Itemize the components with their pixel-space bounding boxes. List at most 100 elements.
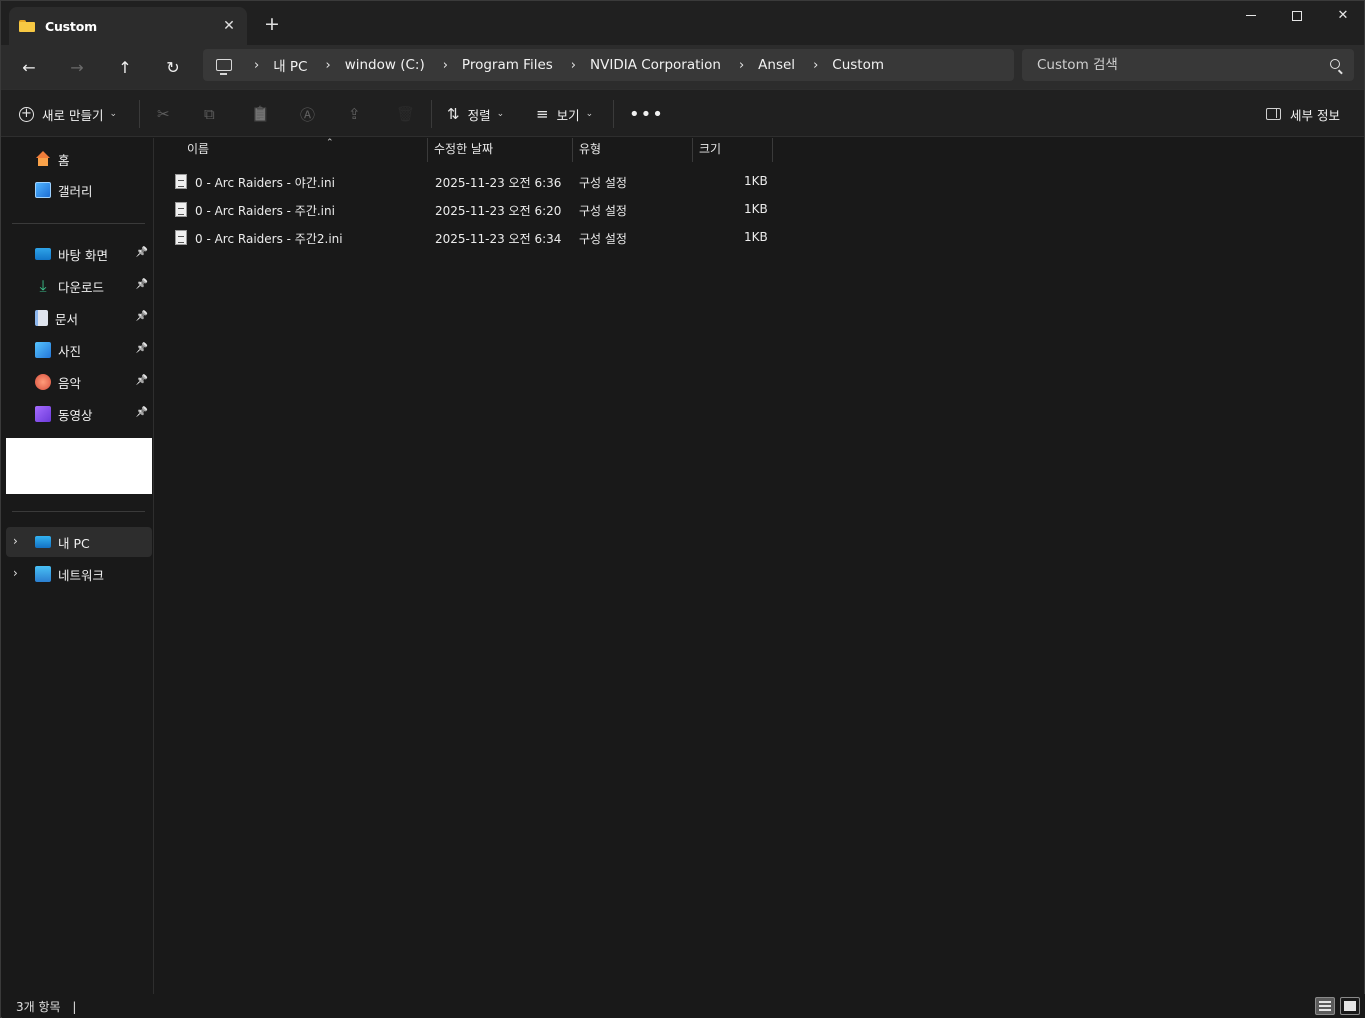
file-type: 구성 설정 (579, 204, 627, 218)
pin-icon[interactable]: 📌 (136, 343, 148, 354)
refresh-button[interactable]: ↻ (158, 53, 188, 83)
paste-icon: 📋 (251, 105, 270, 123)
file-name: 0 - Arc Raiders - 주간.ini (195, 204, 335, 218)
sidebar-item-network[interactable]: › 네트워크 (6, 559, 152, 589)
rename-icon: Ⓐ (300, 105, 316, 124)
breadcrumb-chevron-icon[interactable]: › (571, 58, 576, 73)
column-header-size[interactable]: 크기 (693, 138, 773, 162)
address-row: ← → ↑ ↻ › 내 PC › window (C:) › Program F… (1, 45, 1364, 89)
close-tab-icon[interactable]: ✕ (219, 16, 239, 36)
view-button-label: 보기 (556, 107, 580, 123)
plus-circle-icon: + (19, 106, 34, 122)
file-size: 1KB (744, 230, 768, 244)
sidebar-divider (12, 223, 145, 224)
pin-icon[interactable]: 📌 (136, 311, 148, 322)
rename-button[interactable]: Ⓐ (300, 102, 323, 126)
expand-chevron-icon[interactable]: › (13, 534, 18, 548)
column-header-name[interactable]: ⌃ 이름 (181, 138, 428, 162)
breadcrumb-program-files[interactable]: Program Files (462, 57, 553, 73)
sidebar-item-label: 사진 (58, 343, 82, 359)
share-button[interactable]: ⇪ (348, 102, 369, 126)
search-icon[interactable] (1330, 59, 1340, 69)
file-row[interactable]: 0 - Arc Raiders - 주간.ini 2025-11-23 오전 6… (155, 195, 775, 223)
maximize-button[interactable] (1274, 1, 1320, 33)
sidebar-item-home[interactable]: 홈 (6, 144, 152, 174)
chevron-down-icon: ⌄ (585, 109, 594, 119)
item-count-text: 3개 항목 (16, 1000, 61, 1014)
sidebar-item-gallery[interactable]: 갤러리 (6, 175, 152, 205)
new-button-label: 새로 만들기 (42, 107, 104, 123)
copy-button[interactable]: ⧉ (204, 102, 223, 126)
cut-button[interactable]: ✂ (157, 102, 178, 126)
file-name: 0 - Arc Raiders - 주간2.ini (195, 232, 343, 246)
sidebar-item-videos[interactable]: 동영상 📌 (6, 399, 152, 429)
sort-button[interactable]: ⇅ 정렬 ⌄ (447, 102, 504, 126)
desktop-icon (35, 248, 51, 260)
details-view-button[interactable] (1315, 997, 1335, 1015)
forward-button[interactable]: → (62, 53, 92, 83)
breadcrumb-chevron-icon[interactable]: › (813, 58, 818, 73)
breadcrumb-chevron-icon[interactable]: › (325, 58, 330, 73)
back-button[interactable]: ← (14, 53, 44, 83)
sidebar-item-label: 내 PC (58, 535, 90, 551)
toolbar-divider (431, 100, 432, 128)
new-tab-button[interactable]: + (261, 14, 283, 36)
ini-file-icon (175, 202, 187, 217)
up-button[interactable]: ↑ (110, 53, 140, 83)
file-list: ⌃ 이름 수정한 날짜 유형 크기 0 - Arc Raiders - 야간.i… (155, 138, 1364, 994)
paste-button[interactable]: 📋 (251, 102, 278, 126)
sort-ascending-icon: ⌃ (326, 138, 334, 148)
column-header-modified[interactable]: 수정한 날짜 (428, 138, 573, 162)
breadcrumb-ansel[interactable]: Ansel (758, 57, 795, 73)
column-header-type[interactable]: 유형 (573, 138, 693, 162)
breadcrumb-chevron-icon[interactable]: › (443, 58, 448, 73)
tab-custom[interactable]: Custom ✕ (9, 7, 247, 45)
sidebar-item-documents[interactable]: 문서 📌 (6, 303, 152, 333)
search-box[interactable] (1022, 49, 1354, 81)
pin-icon[interactable]: 📌 (136, 375, 148, 386)
view-button[interactable]: ≡ 보기 ⌄ (536, 102, 593, 126)
sidebar-item-music[interactable]: 음악 📌 (6, 367, 152, 397)
videos-icon (35, 406, 51, 422)
sidebar-item-label: 문서 (55, 311, 79, 327)
close-window-button[interactable]: ✕ (1320, 1, 1365, 33)
delete-button[interactable]: 🗑 (396, 102, 423, 126)
breadcrumb-custom[interactable]: Custom (832, 57, 884, 73)
sidebar-item-desktop[interactable]: 바탕 화면 📌 (6, 239, 152, 269)
documents-icon (35, 310, 48, 326)
details-pane-button[interactable]: 세부 정보 (1266, 102, 1340, 126)
sidebar-item-label: 네트워크 (58, 567, 105, 583)
address-bar[interactable]: › 내 PC › window (C:) › Program Files › N… (203, 49, 1014, 81)
expand-chevron-icon[interactable]: › (13, 566, 18, 580)
file-row[interactable]: 0 - Arc Raiders - 야간.ini 2025-11-23 오전 6… (155, 167, 775, 195)
minimize-button[interactable] (1228, 1, 1274, 33)
breadcrumb-nvidia-corporation[interactable]: NVIDIA Corporation (590, 57, 721, 73)
large-icons-view-button[interactable] (1340, 997, 1360, 1015)
command-bar: + 새로 만들기 ⌄ ✂ ⧉ 📋 Ⓐ ⇪ 🗑 ⇅ 정렬 ⌄ ≡ 보기 ⌄ •••… (1, 89, 1364, 137)
pin-icon[interactable]: 📌 (136, 279, 148, 290)
share-icon: ⇪ (348, 105, 361, 123)
breadcrumb-chevron-icon[interactable]: › (254, 58, 259, 73)
sidebar-item-downloads[interactable]: ⤓ 다운로드 📌 (6, 271, 152, 301)
ini-file-icon (175, 174, 187, 189)
file-row[interactable]: 0 - Arc Raiders - 주간2.ini 2025-11-23 오전 … (155, 223, 775, 251)
breadcrumb-drive-c[interactable]: window (C:) (345, 57, 425, 73)
new-button[interactable]: + 새로 만들기 ⌄ (19, 102, 117, 126)
file-size: 1KB (744, 202, 768, 216)
column-header-label: 수정한 날짜 (434, 142, 494, 156)
column-header-label: 이름 (187, 142, 210, 156)
breadcrumb-chevron-icon[interactable]: › (739, 58, 744, 73)
sidebar-item-pictures[interactable]: 사진 📌 (6, 335, 152, 365)
pin-icon[interactable]: 📌 (136, 247, 148, 258)
folder-icon (19, 20, 35, 32)
computer-icon[interactable] (216, 59, 232, 75)
delete-icon: 🗑 (396, 105, 416, 123)
breadcrumb-this-pc[interactable]: 내 PC (273, 55, 307, 75)
file-modified: 2025-11-23 오전 6:36 (435, 176, 562, 190)
pin-icon[interactable]: 📌 (136, 407, 148, 418)
more-options-icon[interactable]: ••• (629, 104, 664, 125)
search-input[interactable] (1022, 49, 1322, 81)
sidebar-item-this-pc[interactable]: › 내 PC (6, 527, 152, 557)
item-count: 3개 항목 | (16, 998, 76, 1015)
sidebar-divider (12, 511, 145, 512)
